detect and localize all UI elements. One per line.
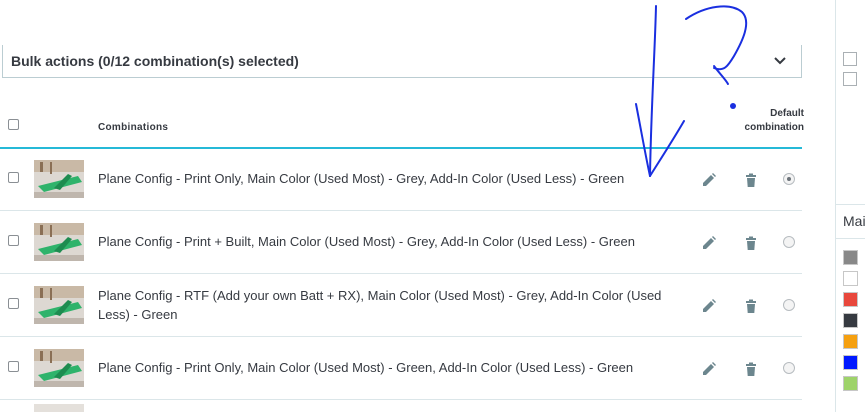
combinations-table-header: Combinations Default combination: [0, 95, 804, 149]
combination-thumbnail: [34, 349, 84, 387]
combination-name[interactable]: Plane Config - RTF (Add your own Batt + …: [98, 286, 663, 324]
default-combination-radio[interactable]: [783, 236, 795, 248]
color-swatch[interactable]: [843, 355, 858, 370]
main-color-label: Mai: [843, 213, 865, 229]
default-combination-radio[interactable]: [783, 173, 795, 185]
panel-checkbox[interactable]: [843, 72, 857, 86]
color-swatch[interactable]: [843, 313, 858, 328]
default-combination-radio[interactable]: [783, 362, 795, 374]
combination-name[interactable]: Plane Config - Print + Built, Main Color…: [98, 232, 663, 251]
trash-icon[interactable]: [743, 361, 759, 377]
pencil-icon[interactable]: [701, 172, 717, 188]
bulk-actions-dropdown[interactable]: Bulk actions (0/12 combination(s) select…: [2, 45, 802, 78]
right-side-panel: Mai: [835, 0, 865, 412]
color-swatch[interactable]: [843, 376, 858, 391]
row-checkbox[interactable]: [8, 361, 19, 372]
combination-thumbnail: [34, 404, 84, 412]
row-checkbox[interactable]: [8, 235, 19, 246]
pencil-icon[interactable]: [701, 361, 717, 377]
table-row: Plane Config - Print + Built, Main Color…: [0, 211, 802, 274]
color-swatch[interactable]: [843, 250, 858, 265]
default-combination-radio[interactable]: [783, 299, 795, 311]
combination-thumbnail: [34, 160, 84, 198]
header-combinations: Combinations: [98, 122, 169, 133]
panel-divider: [836, 238, 865, 239]
color-swatch[interactable]: [843, 334, 858, 349]
pencil-icon[interactable]: [701, 235, 717, 251]
table-row: Plane Config - Print Only, Main Color (U…: [0, 337, 802, 400]
row-checkbox[interactable]: [8, 172, 19, 183]
bulk-actions-label: Bulk actions (0/12 combination(s) select…: [11, 53, 299, 69]
combination-thumbnail: [34, 223, 84, 261]
trash-icon[interactable]: [743, 298, 759, 314]
row-checkbox[interactable]: [8, 298, 19, 309]
header-default-combination: Default combination: [744, 108, 804, 133]
pencil-icon[interactable]: [701, 298, 717, 314]
color-swatch[interactable]: [843, 271, 858, 286]
table-row: Plane Config - RTF (Add your own Batt + …: [0, 274, 802, 337]
color-swatch[interactable]: [843, 292, 858, 307]
panel-checkbox[interactable]: [843, 52, 857, 66]
trash-icon[interactable]: [743, 235, 759, 251]
combination-thumbnail: [34, 286, 84, 324]
chevron-down-icon[interactable]: [771, 51, 789, 69]
table-row: Plane Config - Print Only, Main Color (U…: [0, 148, 802, 211]
select-all-checkbox[interactable]: [8, 119, 19, 130]
combination-name[interactable]: Plane Config - Print Only, Main Color (U…: [98, 169, 663, 188]
trash-icon[interactable]: [743, 172, 759, 188]
combination-name[interactable]: Plane Config - Print Only, Main Color (U…: [98, 358, 663, 377]
panel-divider: [836, 204, 865, 205]
